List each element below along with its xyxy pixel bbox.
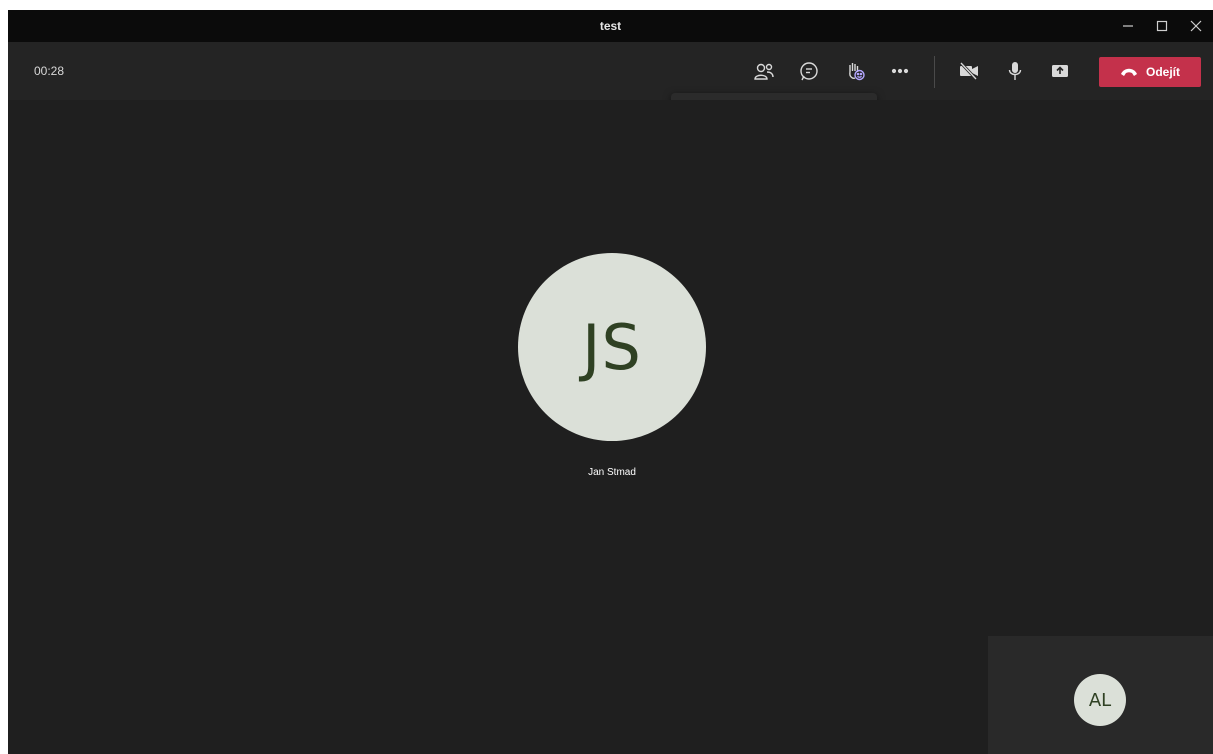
participants-icon (754, 63, 774, 80)
participant-name: Jan Stmad (588, 467, 636, 478)
chat-icon (800, 62, 818, 81)
close-icon (1190, 20, 1202, 32)
leave-button[interactable]: Odejít (1099, 57, 1201, 87)
reactions-button[interactable] (840, 56, 870, 86)
more-icon (891, 68, 909, 74)
mic-icon (1008, 62, 1022, 80)
meeting-toolbar: 00:28 Odejít (8, 42, 1213, 100)
share-screen-button[interactable] (1045, 56, 1075, 86)
share-icon (1052, 65, 1068, 77)
hang-up-icon (1120, 68, 1137, 76)
participant-avatar[interactable]: JS (518, 253, 706, 441)
video-stage: JS Jan Stmad AL (8, 100, 1213, 754)
window-controls (1111, 10, 1213, 42)
more-options-button[interactable] (885, 56, 915, 86)
maximize-button[interactable] (1145, 10, 1179, 42)
camera-toggle-button[interactable] (954, 56, 984, 86)
chat-button[interactable] (794, 56, 824, 86)
participants-button[interactable] (749, 56, 779, 86)
camera-off-icon (959, 61, 978, 81)
title-bar: test (8, 10, 1213, 42)
minimize-icon (1123, 25, 1133, 27)
call-timer: 00:28 (34, 64, 65, 78)
self-view-tile[interactable]: AL (988, 636, 1213, 754)
microphone-button[interactable] (1000, 56, 1030, 86)
leave-label: Odejít (1145, 65, 1180, 79)
self-avatar: AL (1074, 674, 1126, 726)
reactions-icon (849, 63, 865, 81)
toolbar-divider (934, 56, 935, 88)
participant-initials: JS (582, 310, 642, 384)
close-button[interactable] (1179, 10, 1213, 42)
meeting-window: test 00:28 Odejít JS Jan Stmad AL (8, 10, 1213, 754)
minimize-button[interactable] (1111, 10, 1145, 42)
maximize-icon (1156, 20, 1168, 32)
self-initials: AL (1088, 689, 1112, 711)
window-title: test (599, 19, 622, 33)
